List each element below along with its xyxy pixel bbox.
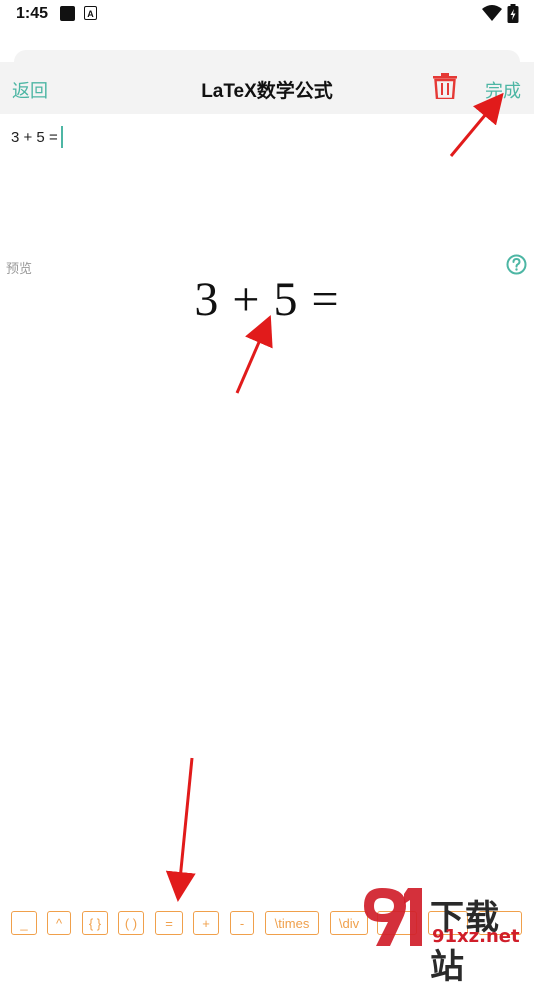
formula-preview: 3 + 5 = [194, 273, 340, 326]
key-plus-button[interactable]: + [193, 911, 219, 935]
status-time: 1:45 [16, 5, 49, 22]
key-underscore-button[interactable]: _ [11, 911, 37, 935]
done-button[interactable]: 完成 [485, 77, 521, 103]
arrow-to-preview [235, 314, 273, 394]
watermark-url: 91xz.net [432, 926, 520, 947]
key-minus-button[interactable]: - [230, 911, 254, 935]
delete-trash-icon[interactable] [433, 73, 457, 99]
battery-icon [507, 4, 519, 23]
key-equals-button[interactable]: = [155, 911, 183, 935]
text-caret [61, 126, 63, 148]
key-times-button[interactable]: \times [265, 911, 319, 935]
key-caret-button[interactable]: ^ [47, 911, 71, 935]
site-watermark: 下载站 91xz.net [362, 884, 534, 987]
wifi-icon [482, 5, 502, 21]
watermark-logo-icon [364, 888, 422, 946]
key-braces-button[interactable]: { } [82, 911, 108, 935]
latex-input-field[interactable]: 3 + 5 = [0, 114, 534, 252]
notification-square-icon [60, 6, 75, 21]
header-bar: 返回 LaTeX数学公式 完成 [0, 62, 534, 114]
key-parentheses-button[interactable]: ( ) [118, 911, 144, 935]
status-bar: 1:45 A [0, 0, 534, 28]
latex-input-value: 3 + 5 = [11, 129, 58, 146]
notification-a-icon: A [84, 6, 97, 20]
arrow-to-toolbar [165, 757, 196, 902]
